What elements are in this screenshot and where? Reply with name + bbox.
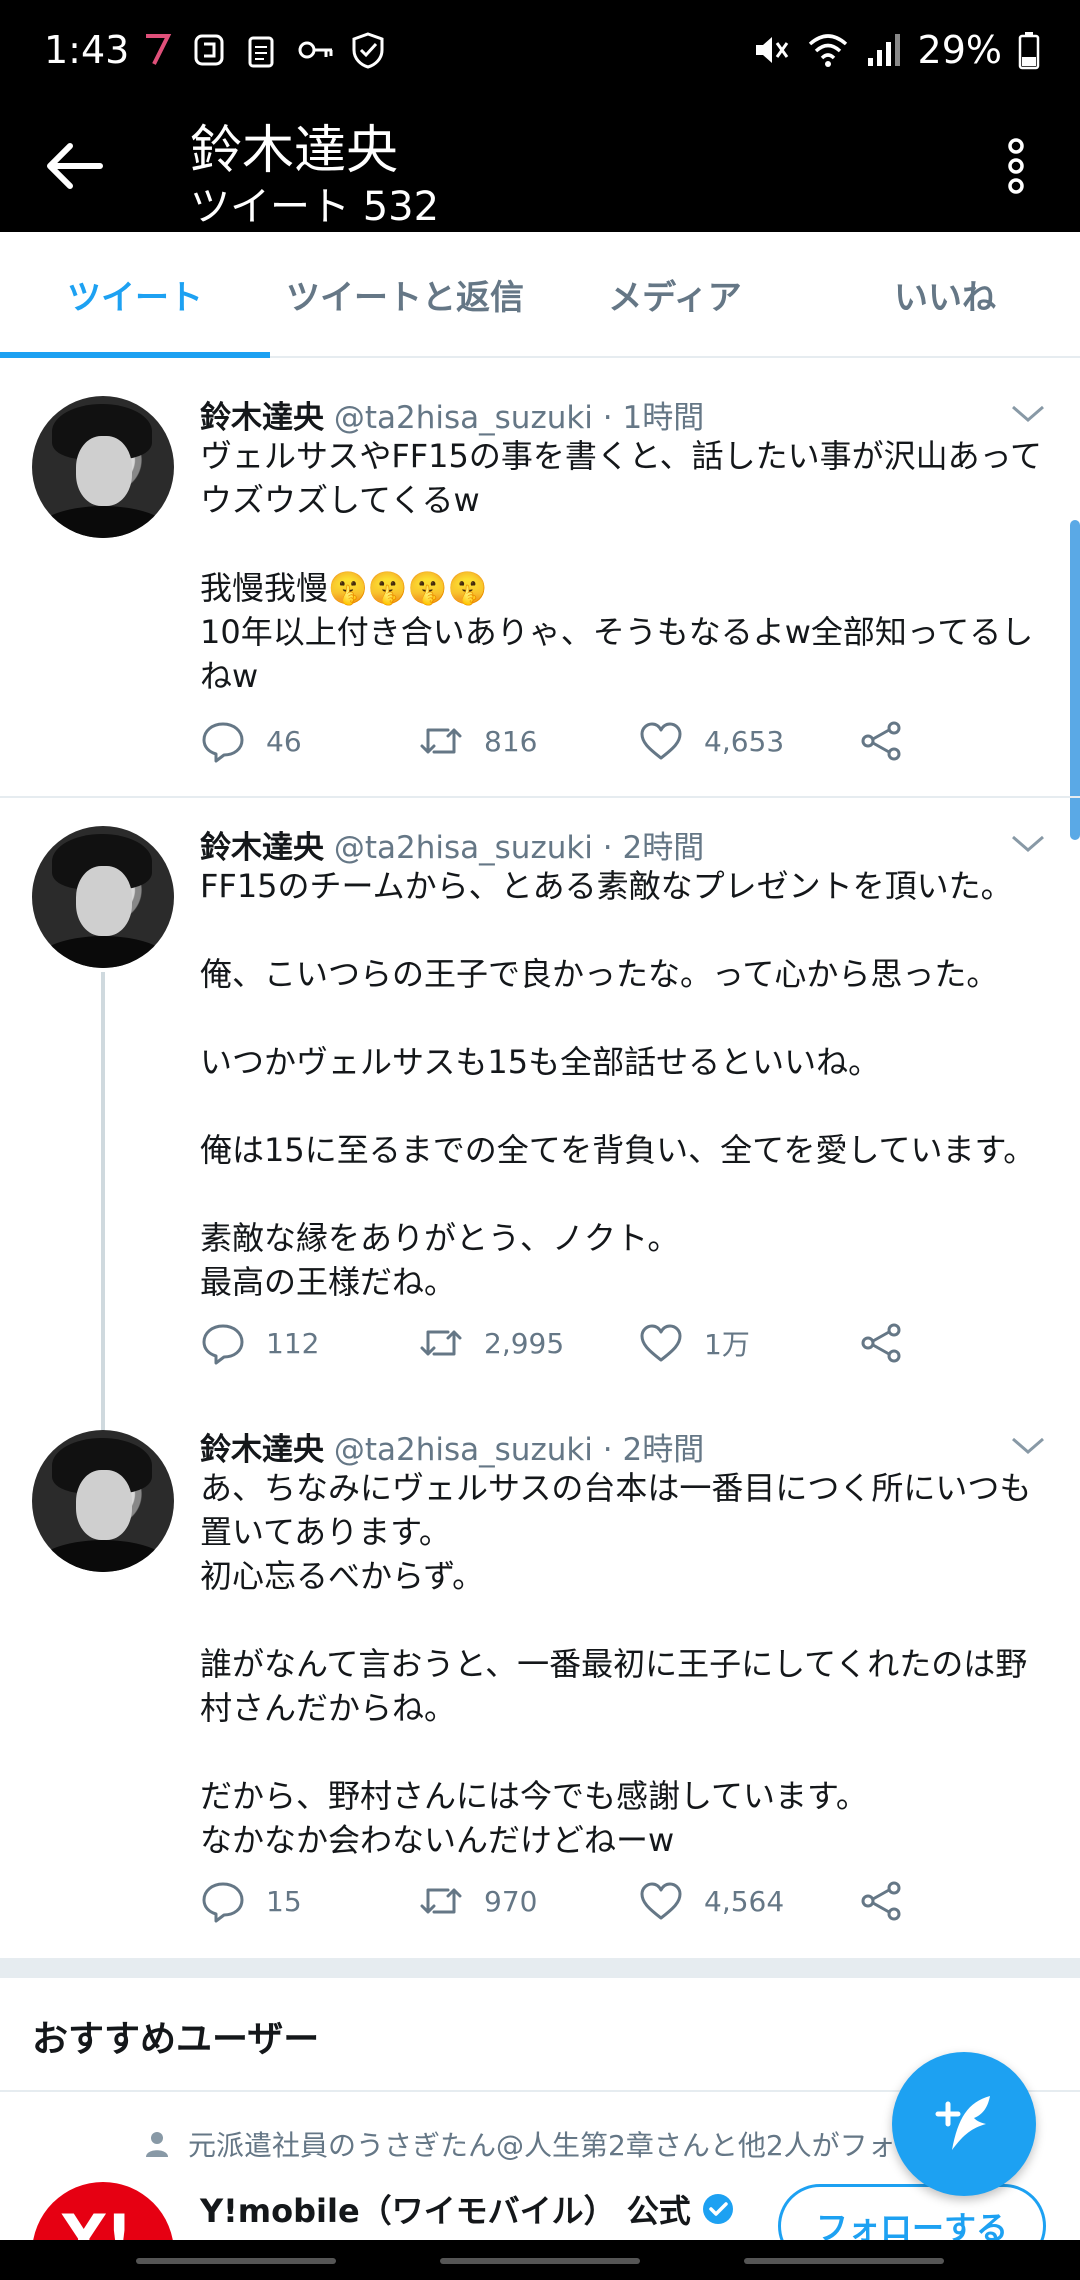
heart-icon — [640, 1324, 682, 1362]
share-button[interactable] — [858, 1878, 904, 1924]
recommended-users-title: おすすめユーザー — [32, 2019, 320, 2060]
chevron-down-icon[interactable] — [1010, 404, 1046, 424]
reply-button[interactable]: 112 — [200, 1320, 319, 1366]
display-name[interactable]: 鈴木達央 — [200, 1432, 324, 1468]
reply-icon — [202, 1324, 244, 1365]
retweet-count: 816 — [484, 724, 538, 758]
chevron-down-icon[interactable] — [1010, 834, 1046, 854]
display-name[interactable]: 鈴木達央 — [200, 400, 324, 436]
like-button[interactable]: 4,564 — [638, 1878, 784, 1924]
tweet-header: 鈴木達央 @ta2hisa_suzuki · 1時間 — [200, 392, 704, 437]
clipboard-icon — [244, 30, 278, 70]
tweet-actions: 15 970 4,564 — [200, 1878, 920, 1938]
reply-count: 112 — [266, 1326, 320, 1360]
more-vertical-icon — [1008, 138, 1024, 194]
thread-line — [101, 972, 105, 1434]
heart-icon — [640, 722, 682, 760]
recommendation-context: 元派遣社員のうさぎたん@人生第2章さんと他2人がフォ — [144, 2124, 896, 2164]
handle-time: @ta2hisa_suzuki · 2時間 — [333, 1432, 705, 1468]
more-options-button[interactable] — [996, 126, 1036, 206]
share-icon — [861, 721, 901, 761]
share-icon — [861, 1881, 901, 1921]
tweet-text: ヴェルサスやFF15の事を書くと、話したい事が沢山あってウズウズしてくるw 我慢… — [200, 437, 1043, 695]
app-icon — [192, 30, 226, 70]
tweet-text: あ、ちなみにヴェルサスの台本は一番目につく所にいつも置いてあります。 初心忘るべ… — [200, 1469, 1032, 1859]
reply-count: 46 — [266, 724, 302, 758]
key-icon — [296, 30, 333, 70]
reply-count: 15 — [266, 1884, 302, 1918]
wifi-icon — [808, 34, 847, 67]
user-name: Y!mobile（ワイモバイル） 公式 — [200, 2192, 691, 2230]
section-separator — [0, 1958, 1080, 1978]
like-button[interactable]: 4,653 — [638, 718, 784, 764]
mute-icon — [755, 37, 788, 63]
nav-home-handle[interactable] — [440, 2258, 640, 2264]
share-button[interactable] — [858, 718, 904, 764]
like-count: 4,653 — [704, 724, 785, 758]
retweet-button[interactable]: 2,995 — [418, 1320, 564, 1366]
tab-media[interactable]: メディア — [540, 232, 810, 356]
retweet-icon — [420, 728, 462, 754]
recommended-user-name[interactable]: Y!mobile（ワイモバイル） 公式 — [200, 2186, 735, 2232]
tweet-header: 鈴木達央 @ta2hisa_suzuki · 2時間 — [200, 822, 704, 867]
heart-icon — [640, 1882, 682, 1920]
display-name[interactable]: 鈴木達央 — [200, 830, 324, 866]
system-status-icons: 29% — [752, 28, 1040, 72]
battery-icon — [1018, 32, 1040, 70]
tweet-actions: 112 2,995 1万 — [200, 1320, 920, 1380]
tweet-header: 鈴木達央 @ta2hisa_suzuki · 2時間 — [200, 1424, 704, 1469]
reply-icon — [202, 1882, 244, 1923]
back-button[interactable] — [40, 134, 110, 198]
status-time: 1:43 — [44, 28, 130, 72]
retweet-icon — [420, 1888, 462, 1914]
reply-button[interactable]: 46 — [200, 718, 302, 764]
tweet-divider — [0, 796, 1080, 798]
retweet-button[interactable]: 970 — [418, 1878, 537, 1924]
avatar[interactable] — [32, 826, 174, 968]
tab-likes[interactable]: いいね — [810, 232, 1080, 356]
avatar[interactable] — [32, 396, 174, 538]
retweet-count: 970 — [484, 1884, 538, 1918]
tweet-count: ツイート 532 — [190, 184, 440, 230]
battery-percent: 29% — [917, 28, 1002, 72]
compose-tweet-button[interactable] — [892, 2052, 1036, 2196]
system-navigation-bar — [0, 2240, 1080, 2280]
retweet-count: 2,995 — [484, 1326, 565, 1360]
avatar[interactable] — [32, 1430, 174, 1572]
share-icon — [861, 1323, 901, 1363]
share-button[interactable] — [858, 1320, 904, 1366]
notification-icons — [140, 30, 384, 70]
handle-time: @ta2hisa_suzuki · 2時間 — [333, 830, 705, 866]
tab-tweets-and-replies[interactable]: ツイートと返信 — [270, 232, 540, 356]
profile-tabs: ツイート ツイートと返信 メディア いいね — [0, 232, 1080, 358]
nav-gesture-hint — [744, 2258, 944, 2264]
verified-badge-icon — [702, 2194, 733, 2224]
tweet-actions: 46 816 4,653 — [200, 718, 920, 778]
scrollbar[interactable] — [1070, 520, 1080, 840]
status-bar: 1:43 29% — [0, 0, 1080, 100]
like-count: 4,564 — [704, 1884, 785, 1918]
notification-icon — [140, 30, 174, 70]
reply-icon — [202, 722, 244, 763]
shield-icon — [348, 30, 384, 70]
compose-feather-icon — [935, 2096, 990, 2150]
person-icon — [146, 2132, 168, 2157]
tweet-text: FF15のチームから、とある素敵なプレゼントを頂いた。 俺、こいつらの王子で良か… — [200, 867, 1036, 1301]
reply-button[interactable]: 15 — [200, 1878, 302, 1924]
like-button[interactable]: 1万 — [638, 1320, 750, 1366]
tab-tweets[interactable]: ツイート — [0, 232, 270, 358]
signal-icon — [867, 34, 900, 66]
profile-name: 鈴木達央 — [190, 121, 399, 181]
context-text: 元派遣社員のうさぎたん@人生第2章さんと他2人がフォ — [188, 2129, 896, 2162]
handle-time: @ta2hisa_suzuki · 1時間 — [333, 400, 705, 436]
arrow-left-icon — [47, 143, 103, 189]
profile-header: 鈴木達央 ツイート 532 — [0, 100, 1080, 232]
retweet-icon — [420, 1330, 462, 1356]
chevron-down-icon[interactable] — [1010, 1436, 1046, 1456]
retweet-button[interactable]: 816 — [418, 718, 537, 764]
like-count: 1万 — [704, 1328, 750, 1361]
nav-gesture-hint — [136, 2258, 336, 2264]
